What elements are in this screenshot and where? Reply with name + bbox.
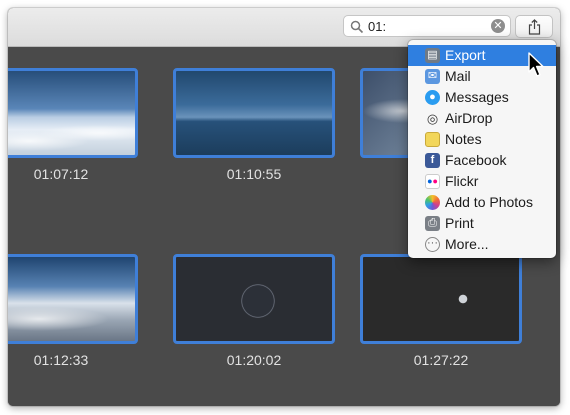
- menu-item-add-to-photos[interactable]: Add to Photos: [408, 192, 556, 213]
- menu-item-more[interactable]: ··· More...: [408, 234, 556, 255]
- export-icon: ▤: [425, 48, 440, 63]
- menu-item-label: Notes: [445, 131, 482, 147]
- flickr-icon: ●●: [425, 174, 440, 189]
- search-field[interactable]: ✕: [343, 15, 511, 37]
- video-thumbnail[interactable]: [173, 68, 335, 158]
- thumbnail-time: 01:07:12: [33, 166, 89, 182]
- thumbnail-time: 01:12:33: [33, 352, 89, 368]
- menu-item-label: Facebook: [445, 152, 507, 168]
- share-button[interactable]: [515, 15, 553, 38]
- notes-icon: [425, 132, 440, 147]
- search-input[interactable]: [368, 18, 486, 34]
- menu-item-facebook[interactable]: f Facebook: [408, 150, 556, 171]
- video-thumbnail[interactable]: [360, 254, 522, 344]
- menu-item-flickr[interactable]: ●● Flickr: [408, 171, 556, 192]
- menu-item-label: Flickr: [445, 173, 479, 189]
- video-thumbnail[interactable]: [8, 68, 138, 158]
- thumbnail-time: 01:20:02: [226, 352, 282, 368]
- clear-search-icon[interactable]: ✕: [491, 19, 505, 33]
- menu-item-label: Export: [445, 47, 486, 63]
- thumbnail-time: 01:27:22: [413, 352, 469, 368]
- video-thumbnail[interactable]: [8, 254, 138, 344]
- menu-item-messages[interactable]: ● Messages: [408, 87, 556, 108]
- airdrop-icon: ◎: [426, 111, 439, 126]
- share-icon: [528, 19, 541, 35]
- print-icon: ⎙: [425, 216, 440, 231]
- menu-item-label: AirDrop: [445, 110, 493, 126]
- menu-item-label: Print: [445, 215, 474, 231]
- menu-item-notes[interactable]: Notes: [408, 129, 556, 150]
- facebook-icon: f: [425, 153, 440, 168]
- mail-icon: ✉: [425, 69, 440, 84]
- video-thumbnail[interactable]: [173, 254, 335, 344]
- menu-item-label: More...: [445, 236, 489, 252]
- menu-item-print[interactable]: ⎙ Print: [408, 213, 556, 234]
- menu-item-label: Mail: [445, 68, 471, 84]
- thumbnail-time: 01:10:55: [226, 166, 282, 182]
- photos-icon: [425, 195, 440, 210]
- menu-item-airdrop[interactable]: ◎ AirDrop: [408, 108, 556, 129]
- menu-item-label: Add to Photos: [445, 194, 533, 210]
- more-icon: ···: [425, 237, 440, 252]
- mouse-pointer-icon: [528, 52, 544, 77]
- search-icon: [350, 20, 364, 34]
- messages-icon: ●: [425, 90, 440, 105]
- menu-item-label: Messages: [445, 89, 509, 105]
